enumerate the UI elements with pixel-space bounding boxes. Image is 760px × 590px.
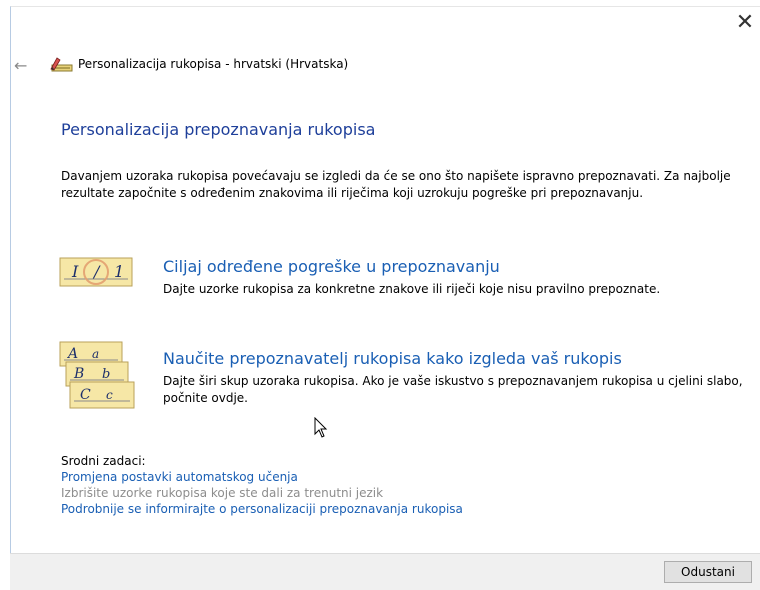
learn-more-link[interactable]: Podrobnije se informirajte o personaliza… <box>61 501 463 517</box>
svg-text:A: A <box>66 346 78 362</box>
svg-text:c: c <box>106 388 113 402</box>
related-tasks-label: Srodni zadaci: <box>61 454 146 468</box>
delete-samples-link: Izbrišite uzorke rukopisa koje ste dali … <box>61 486 384 500</box>
option-title[interactable]: Naučite prepoznavatelj rukopisa kako izg… <box>163 349 622 368</box>
svg-text:C: C <box>80 387 91 403</box>
handwriting-samples-icon: A a B b C c <box>59 341 135 409</box>
svg-text:I: I <box>71 262 79 281</box>
window-title: Personalizacija rukopisa - hrvatski (Hrv… <box>78 57 349 71</box>
auto-learning-settings-link[interactable]: Promjena postavki automatskog učenja <box>61 469 463 485</box>
cancel-button[interactable]: Odustani <box>664 561 752 583</box>
related-tasks: Srodni zadaci: Promjena postavki automat… <box>61 453 463 517</box>
dialog-footer: Odustani <box>10 553 760 590</box>
svg-text:a: a <box>92 347 99 361</box>
back-arrow-icon[interactable]: ← <box>14 56 27 75</box>
target-errors-icon: I / 1 <box>59 257 133 287</box>
close-icon: ✕ <box>735 9 755 35</box>
option-description: Dajte uzorke rukopisa za konkretne znako… <box>163 282 661 296</box>
page-title: Personalizacija prepoznavanja rukopisa <box>61 120 376 139</box>
close-button[interactable]: ✕ <box>729 7 760 37</box>
option-title[interactable]: Ciljaj određene pogreške u prepoznavanju <box>163 257 500 276</box>
option-description: Dajte širi skup uzoraka rukopisa. Ako je… <box>163 374 743 405</box>
mouse-cursor-icon <box>314 417 328 438</box>
svg-text:1: 1 <box>114 262 124 281</box>
svg-text:B: B <box>73 366 84 382</box>
intro-text: Davanjem uzoraka rukopisa povećavaju se … <box>61 169 731 200</box>
svg-text:b: b <box>102 367 110 382</box>
pen-tablet-icon <box>50 57 73 72</box>
window-titlebar: Personalizacija rukopisa - hrvatski (Hrv… <box>48 56 348 72</box>
